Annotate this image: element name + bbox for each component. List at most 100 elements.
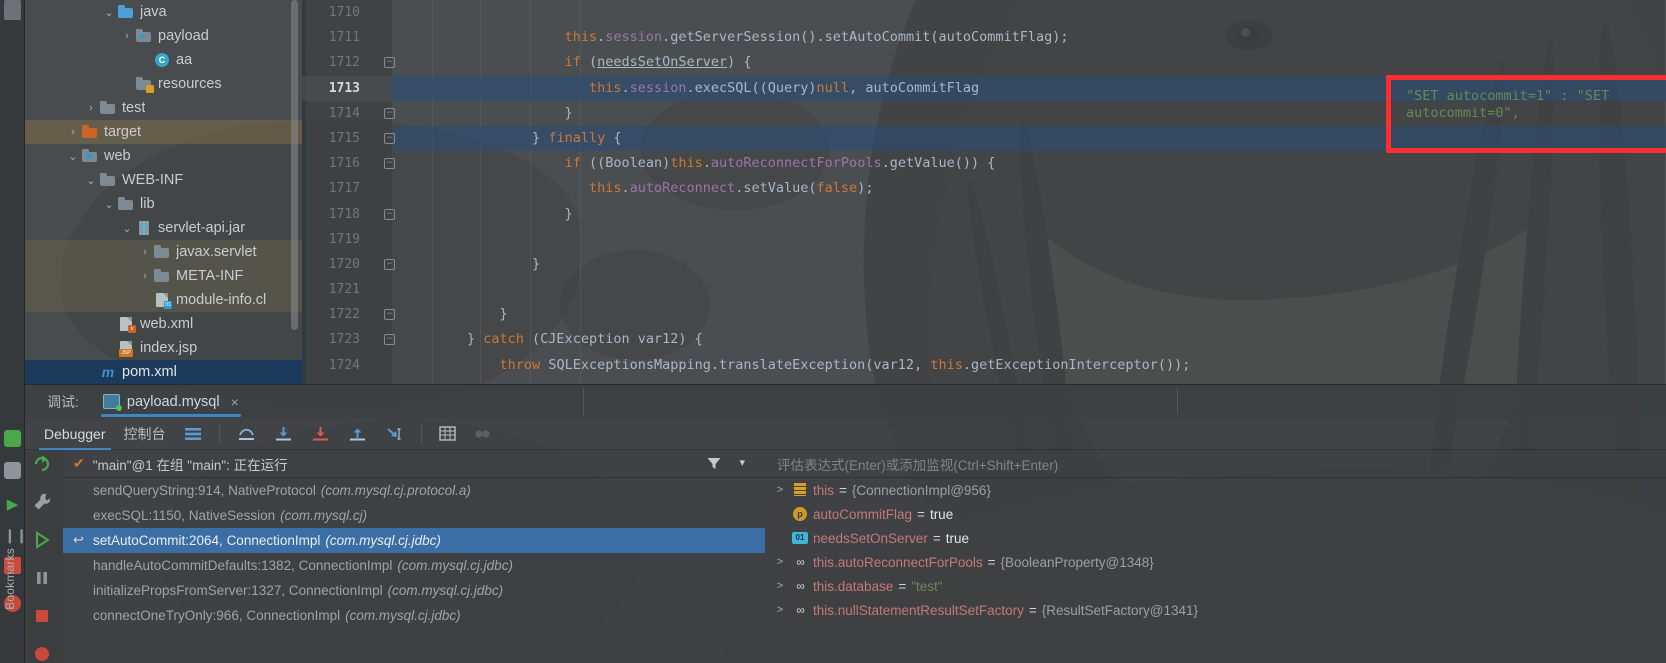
code-line[interactable]: 1710	[302, 0, 1666, 25]
stack-frame-row[interactable]: execSQL:1150, NativeSession (com.mysql.cj…	[63, 503, 765, 528]
view-breakpoints-icon[interactable]	[32, 644, 56, 663]
rerun-icon[interactable]	[32, 454, 56, 478]
chevron-right-icon[interactable]: >	[773, 556, 787, 568]
chevron-down-icon[interactable]: ⌄	[6, 600, 18, 612]
code-line[interactable]: 1718 − }	[302, 202, 1666, 227]
resume-program-icon[interactable]	[32, 530, 56, 554]
variable-row[interactable]: > ∞ this.nullStatementResultSetFactory = {…	[765, 598, 1666, 622]
tree-item-web[interactable]: ⌄ web	[25, 144, 302, 168]
rerun-icon[interactable]	[4, 430, 21, 447]
chevron-right-icon[interactable]: ›	[137, 246, 153, 258]
variable-row[interactable]: > ∞ this.database = "test"	[765, 574, 1666, 598]
code-fold-icon[interactable]: −	[384, 132, 395, 144]
code-line[interactable]: 1717 this.autoReconnect.setValue(false);	[302, 176, 1666, 201]
code-line[interactable]: 1715 − } finally {	[302, 125, 1666, 152]
evaluate-expression-input[interactable]: 评估表达式(Enter)或添加监视(Ctrl+Shift+Enter)	[765, 450, 1666, 478]
code-line[interactable]: 1720 − }	[302, 252, 1666, 277]
variables-pane[interactable]: 评估表达式(Enter)或添加监视(Ctrl+Shift+Enter) > thi…	[765, 450, 1666, 663]
variable-row[interactable]: · 01 needsSetOnServer = true	[765, 526, 1666, 550]
tab-console[interactable]: 控制台	[115, 420, 175, 448]
variable-row[interactable]: > ∞ this.autoReconnectForPools = {BooleanP…	[765, 550, 1666, 574]
code-line[interactable]: 1724 throw SQLExceptionsMapping.translat…	[302, 353, 1666, 378]
debug-tool-window[interactable]: 调试: payload.mysql × Debugger 控制台 ✔ "main…	[25, 384, 1666, 663]
code-line[interactable]: 1712 − if (needsSetOnServer) {	[302, 50, 1666, 75]
step-into-icon[interactable]	[265, 420, 302, 448]
settings-wrench-icon[interactable]	[32, 492, 56, 516]
project-tree-scrollbar[interactable]	[291, 0, 298, 330]
tree-item-servlet-api.jar[interactable]: ⌄ servlet-api.jar	[25, 216, 302, 240]
chevron-right-icon[interactable]: ›	[119, 30, 135, 42]
code-line[interactable]: 1721	[302, 277, 1666, 302]
tree-item-web-inf[interactable]: ⌄ WEB-INF	[25, 168, 302, 192]
code-fold-icon[interactable]: −	[384, 158, 395, 170]
chevron-down-icon[interactable]: ⌄	[101, 198, 117, 211]
chevron-down-icon[interactable]: ⌄	[83, 174, 99, 187]
debugger-side-icons[interactable]	[25, 450, 63, 663]
settings-wrench-icon[interactable]	[4, 462, 21, 479]
chevron-down-icon[interactable]: ⌄	[119, 222, 135, 235]
stack-frame-row[interactable]: sendQueryString:914, NativeProtocol (com.…	[63, 478, 765, 503]
code-fold-icon[interactable]: −	[384, 57, 395, 69]
evaluate-expression-icon[interactable]	[430, 420, 465, 448]
step-out-icon[interactable]	[339, 420, 376, 448]
chevron-right-icon[interactable]: >	[773, 580, 787, 592]
stack-frame-row[interactable]: connectOneTryOnly:966, ConnectionImpl (co…	[63, 603, 765, 628]
close-icon[interactable]: ×	[231, 394, 239, 410]
chevron-right-icon[interactable]: ›	[65, 126, 81, 138]
mute-breakpoints-icon[interactable]	[465, 420, 500, 448]
code-line[interactable]: 1723 − } catch (CJException var12) {	[302, 327, 1666, 352]
run-to-cursor-icon[interactable]	[376, 420, 413, 448]
tree-item-javax.servlet[interactable]: › javax.servlet	[25, 240, 302, 264]
force-step-into-icon[interactable]	[302, 420, 339, 448]
tree-item-pom.xml[interactable]: ·m pom.xml	[25, 360, 302, 384]
tree-item-module-info.cl[interactable]: ·01module-info.cl	[25, 288, 302, 312]
tree-item-meta-inf[interactable]: › META-INF	[25, 264, 302, 288]
tree-scroll-thumb[interactable]	[4, 0, 21, 20]
debug-session-tab-payload-mysql[interactable]: payload.mysql ×	[93, 385, 249, 418]
tree-item-java[interactable]: ⌄ java	[25, 0, 302, 24]
chevron-right-icon[interactable]: >	[773, 604, 787, 616]
project-tree-panel[interactable]: ⌄java›payload·Caa·resources›test›target⌄…	[25, 0, 302, 384]
stop-program-icon[interactable]	[32, 606, 56, 630]
tab-debugger[interactable]: Debugger	[35, 420, 115, 450]
tree-item-target[interactable]: › target	[25, 120, 302, 144]
code-line[interactable]: 1711 this.session.getServerSession().set…	[302, 25, 1666, 50]
stack-frame-row[interactable]: ↩ setAutoCommit:2064, ConnectionImpl (com.…	[63, 528, 765, 553]
code-line[interactable]: 1716 − if ((Boolean)this.autoReconnectFor…	[302, 151, 1666, 176]
chevron-down-icon[interactable]: ⌄	[101, 6, 117, 19]
tree-item-index.jsp[interactable]: ·JSP index.jsp	[25, 336, 302, 360]
pause-program-icon[interactable]: ❙❙	[4, 527, 27, 544]
code-editor[interactable]: 1710 1711 this.session.getServerSession()…	[302, 0, 1666, 384]
tree-item-test[interactable]: › test	[25, 96, 302, 120]
code-fold-icon[interactable]: −	[384, 208, 395, 220]
left-tool-strip[interactable]: ▶ ❙❙ Bookmarks ⌄	[0, 0, 27, 663]
code-fold-icon[interactable]: −	[384, 334, 395, 346]
filter-icon[interactable]	[707, 457, 721, 473]
thread-selector[interactable]: ✔ "main"@1 在组 "main": 正在运行 ▾	[63, 450, 765, 478]
code-fold-icon[interactable]: −	[384, 309, 395, 321]
frames-pane[interactable]: ✔ "main"@1 在组 "main": 正在运行 ▾ sendQuerySt…	[63, 450, 765, 663]
resume-program-icon[interactable]: ▶	[4, 496, 21, 513]
chevron-down-icon[interactable]: ⌄	[65, 150, 81, 163]
stack-frame-row[interactable]: initializePropsFromServer:1327, Connecti…	[63, 578, 765, 603]
tree-item-lib[interactable]: ⌄ lib	[25, 192, 302, 216]
debugger-toolbar[interactable]: Debugger 控制台	[25, 418, 1666, 450]
chevron-right-icon[interactable]: ›	[137, 270, 153, 282]
step-over-icon[interactable]	[228, 420, 265, 448]
frames-icon[interactable]	[175, 420, 211, 448]
variable-row[interactable]: > this = {ConnectionImpl@956}	[765, 478, 1666, 502]
tree-item-resources[interactable]: · resources	[25, 72, 302, 96]
variable-row[interactable]: · p autoCommitFlag = true	[765, 502, 1666, 526]
code-fold-icon[interactable]: −	[384, 107, 395, 119]
code-line[interactable]: 1722 − }	[302, 302, 1666, 327]
tree-item-web.xml[interactable]: ·xweb.xml	[25, 312, 302, 336]
tree-item-aa[interactable]: ·Caa	[25, 48, 302, 72]
pause-program-icon[interactable]	[32, 568, 56, 592]
tree-item-payload[interactable]: › payload	[25, 24, 302, 48]
code-fold-icon[interactable]: −	[384, 258, 395, 270]
chevron-down-icon[interactable]: ▾	[739, 456, 745, 469]
chevron-right-icon[interactable]: >	[773, 484, 787, 496]
code-line[interactable]: 1719	[302, 227, 1666, 252]
stack-frame-row[interactable]: handleAutoCommitDefaults:1382, Connectio…	[63, 553, 765, 578]
debug-tab-bar[interactable]: 调试: payload.mysql ×	[25, 385, 1666, 418]
